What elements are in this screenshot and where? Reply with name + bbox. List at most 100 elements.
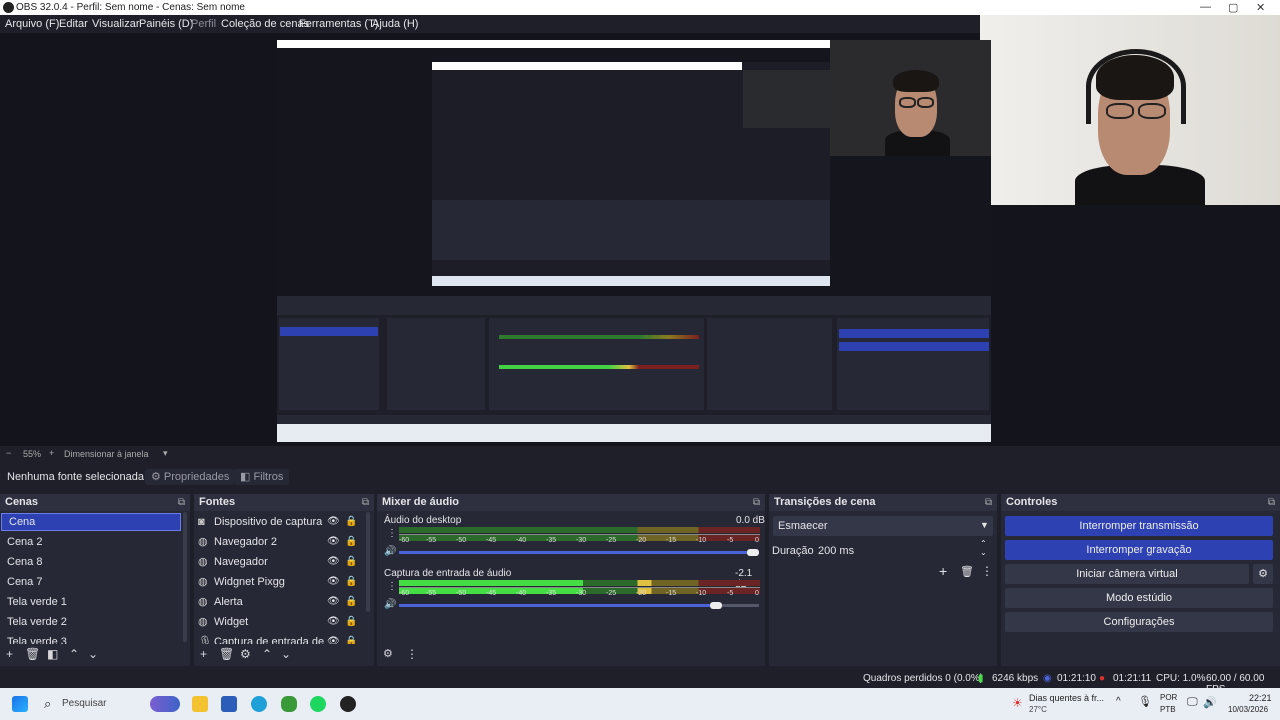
filters-button[interactable]: ◧ Filtros bbox=[234, 469, 290, 485]
scene-item[interactable]: Tela verde 3 bbox=[0, 632, 182, 644]
clock-time[interactable]: 22:21 bbox=[1249, 693, 1272, 703]
trash-icon[interactable]: 🗑 bbox=[960, 565, 974, 578]
scene-item[interactable]: Tela verde 1 bbox=[0, 592, 182, 612]
lock-icon[interactable]: 🔒 bbox=[345, 592, 357, 612]
lock-icon[interactable]: 🔒 bbox=[345, 612, 357, 632]
add-icon[interactable]: + bbox=[6, 647, 13, 661]
move-down-icon[interactable]: ⌄ bbox=[88, 647, 98, 661]
undock-icon[interactable]: ⧉ bbox=[362, 494, 369, 511]
trash-icon[interactable]: 🗑 bbox=[25, 647, 40, 661]
source-item[interactable]: ◍ Widgnet Pixgg 👁 🔒 bbox=[194, 572, 366, 592]
menu-paineis[interactable]: Painéis (D) bbox=[139, 18, 193, 30]
menu-arquivo[interactable]: Arquivo (F) bbox=[5, 18, 59, 30]
obs-icon[interactable] bbox=[340, 696, 356, 712]
spotify-icon[interactable] bbox=[310, 696, 326, 712]
advanced-audio-icon[interactable]: ⚙ bbox=[383, 647, 393, 660]
scenes-scrollbar[interactable] bbox=[183, 512, 187, 642]
undock-icon[interactable]: ⧉ bbox=[178, 494, 185, 511]
move-up-icon[interactable]: ⌃ bbox=[262, 647, 272, 661]
language[interactable]: POR bbox=[1160, 693, 1177, 702]
lock-icon[interactable]: 🔒 bbox=[345, 572, 357, 592]
scene-item[interactable]: Cena bbox=[1, 513, 181, 531]
eye-icon[interactable]: 👁 bbox=[327, 552, 340, 572]
virtual-camera-button[interactable]: Iniciar câmera virtual bbox=[1005, 564, 1249, 584]
lock-icon[interactable]: 🔒 bbox=[345, 512, 357, 532]
transition-menu-icon[interactable]: ⋮ bbox=[981, 564, 993, 578]
volume-slider[interactable] bbox=[399, 604, 719, 607]
chevron-up-icon[interactable]: ^ bbox=[1116, 696, 1121, 707]
source-item[interactable]: ◍ Navegador 👁 🔒 bbox=[194, 552, 366, 572]
source-item[interactable]: ◍ Navegador 2 👁 🔒 bbox=[194, 532, 366, 552]
mic-icon[interactable]: 🎙 bbox=[1138, 695, 1152, 708]
stop-streaming-button[interactable]: Interromper transmissão bbox=[1005, 516, 1273, 536]
eye-icon[interactable]: 👁 bbox=[327, 572, 340, 592]
spin-up-icon[interactable]: ⌃ bbox=[980, 539, 987, 548]
studio-mode-button[interactable]: Modo estúdio bbox=[1005, 588, 1273, 608]
folder-icon[interactable] bbox=[192, 696, 208, 712]
sources-scrollbar[interactable] bbox=[366, 512, 370, 612]
filter-icon[interactable]: ◧ bbox=[47, 647, 58, 661]
eye-icon[interactable]: 👁 bbox=[327, 592, 340, 612]
scene-item[interactable]: Cena 8 bbox=[0, 552, 182, 572]
move-up-icon[interactable]: ⌃ bbox=[69, 647, 79, 661]
scene-item[interactable]: Cena 2 bbox=[0, 532, 182, 552]
scene-item[interactable]: Cena 7 bbox=[0, 572, 182, 592]
zoom-mode[interactable]: Dimensionar à janela bbox=[64, 449, 149, 459]
menu-editar[interactable]: Editar bbox=[59, 18, 88, 30]
menu-colecao-cenas[interactable]: Coleção de cenas bbox=[221, 18, 309, 30]
volume-icon[interactable]: 🔊 bbox=[1203, 696, 1217, 709]
scene-item[interactable]: Tela verde 2 bbox=[0, 612, 182, 632]
gear-icon[interactable]: ⚙ bbox=[1253, 564, 1273, 584]
menu-perfil[interactable]: Perfil bbox=[191, 18, 216, 30]
gear-icon[interactable]: ⚙ bbox=[240, 647, 251, 661]
source-item[interactable]: 🎙Captura de entrada de áudio👁 🔒 bbox=[194, 632, 366, 644]
lock-icon[interactable]: 🔒 bbox=[345, 552, 357, 572]
source-item[interactable]: ◍ Alerta 👁 🔒 bbox=[194, 592, 366, 612]
weather-text[interactable]: Dias quentes à fr... bbox=[1029, 693, 1104, 703]
taskbar-search[interactable]: Pesquisar bbox=[62, 698, 106, 709]
zoom-dropdown-icon[interactable]: ▾ bbox=[163, 448, 168, 459]
settings-button[interactable]: Configurações bbox=[1005, 612, 1273, 632]
source-item[interactable]: ◙ Dispositivo de captura de vídeo👁🔒 bbox=[194, 512, 366, 532]
eye-icon[interactable]: 👁 bbox=[327, 612, 340, 632]
speaker-icon[interactable]: 🔊 bbox=[384, 546, 396, 557]
word-icon[interactable] bbox=[221, 696, 237, 712]
zoom-in-icon[interactable]: + bbox=[49, 448, 54, 458]
source-item[interactable]: ◍ Widget 👁 🔒 bbox=[194, 612, 366, 632]
zoom-out-icon[interactable]: − bbox=[6, 448, 11, 458]
close-icon[interactable]: ✕ bbox=[1256, 1, 1265, 14]
channel-menu-icon[interactable]: ⋮ bbox=[387, 528, 397, 539]
channel-menu-icon[interactable]: ⋮ bbox=[387, 581, 397, 592]
trash-icon[interactable]: 🗑 bbox=[219, 647, 234, 661]
transition-select[interactable]: Esmaecer ▼ bbox=[773, 516, 993, 536]
volume-knob[interactable] bbox=[710, 602, 722, 609]
app-leaf-icon[interactable] bbox=[281, 696, 297, 712]
mixer-menu-icon[interactable]: ⋮ bbox=[406, 647, 418, 661]
minimize-icon[interactable]: — bbox=[1200, 1, 1211, 13]
menu-ferramentas[interactable]: Ferramentas (T) bbox=[299, 18, 378, 30]
eye-icon[interactable]: 👁 bbox=[327, 632, 340, 644]
search-highlight-icon[interactable] bbox=[150, 696, 180, 712]
volume-knob[interactable] bbox=[747, 549, 759, 556]
volume-slider[interactable] bbox=[399, 551, 759, 554]
properties-button[interactable]: ⚙ Propriedades bbox=[145, 469, 236, 485]
search-icon[interactable]: ⌕ bbox=[44, 696, 51, 712]
menu-ajuda[interactable]: Ajuda (H) bbox=[372, 18, 418, 30]
move-down-icon[interactable]: ⌄ bbox=[281, 647, 291, 661]
eye-icon[interactable]: 👁 bbox=[327, 532, 340, 552]
undock-icon[interactable]: ⧉ bbox=[1268, 494, 1275, 511]
stop-recording-button[interactable]: Interromper gravação bbox=[1005, 540, 1273, 560]
speaker-icon[interactable]: 🔊 bbox=[384, 599, 396, 610]
spin-down-icon[interactable]: ⌄ bbox=[980, 548, 987, 557]
maximize-icon[interactable]: ▢ bbox=[1228, 1, 1238, 14]
windows-start-icon[interactable] bbox=[12, 696, 28, 712]
add-icon[interactable]: + bbox=[200, 647, 207, 661]
duration-input[interactable]: 200 ms ⌃ ⌄ bbox=[814, 539, 993, 560]
edge-icon[interactable] bbox=[251, 696, 267, 712]
lock-icon[interactable]: 🔒 bbox=[345, 532, 357, 552]
menu-visualizar[interactable]: Visualizar bbox=[92, 18, 140, 30]
lock-icon[interactable]: 🔒 bbox=[345, 632, 357, 644]
undock-icon[interactable]: ⧉ bbox=[985, 494, 992, 511]
add-transition-icon[interactable]: + bbox=[939, 563, 947, 579]
undock-icon[interactable]: ⧉ bbox=[753, 494, 760, 511]
